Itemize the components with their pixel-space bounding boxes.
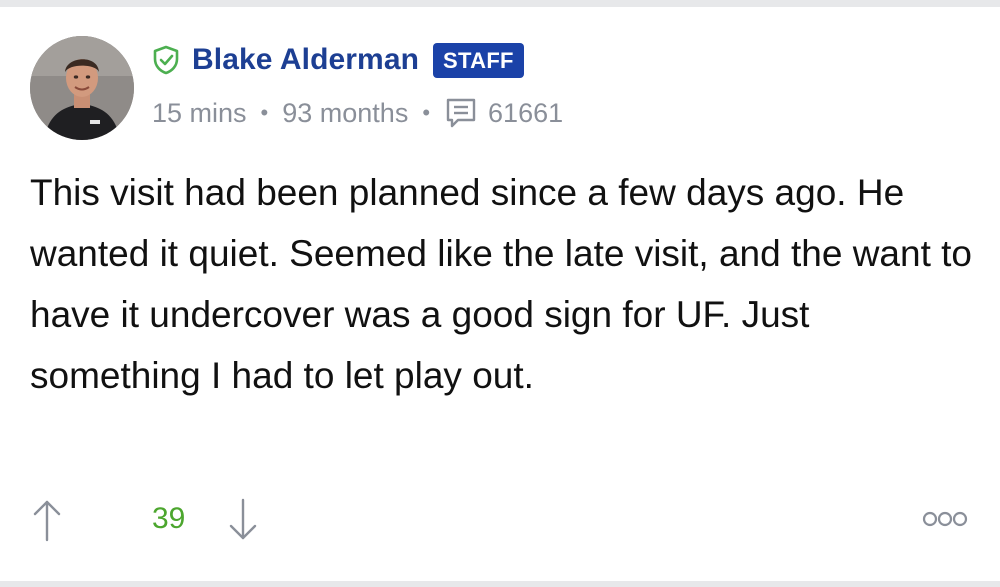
comment-icon	[446, 98, 476, 128]
meta-separator: •	[260, 100, 269, 125]
post-body: This visit had been planned since a few …	[30, 172, 973, 396]
arrow-up-icon[interactable]	[30, 498, 64, 542]
arrow-down-icon[interactable]	[226, 498, 260, 542]
post-count: 61661	[488, 97, 564, 128]
post-meta: 15 mins • 93 months • 61661	[152, 94, 563, 132]
posted-time: 15 mins	[152, 97, 247, 128]
top-divider	[0, 0, 1000, 7]
author-row: Blake Alderman STAFF	[150, 40, 524, 80]
more-icon[interactable]	[920, 504, 970, 534]
meta-separator: •	[422, 100, 431, 125]
author-name[interactable]: Blake Alderman	[192, 43, 419, 77]
staff-badge: STAFF	[433, 42, 524, 78]
avatar-photo	[30, 36, 134, 140]
avatar[interactable]	[30, 36, 134, 140]
bottom-divider	[0, 581, 1000, 587]
shield-check-icon	[153, 45, 179, 75]
vote-score: 39	[152, 502, 186, 535]
vote-bar: 39	[30, 492, 980, 552]
member-tenure: 93 months	[282, 97, 409, 128]
